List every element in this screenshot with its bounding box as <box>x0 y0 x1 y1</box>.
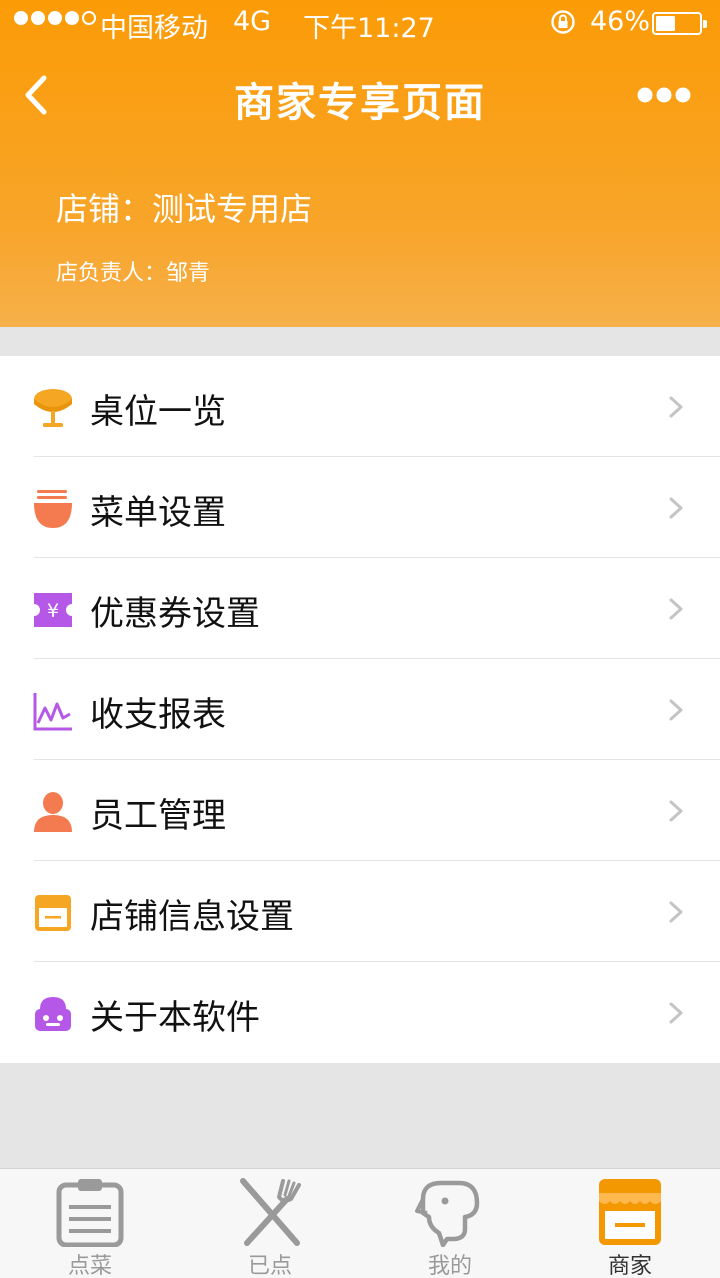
chevron-right-icon <box>669 598 683 620</box>
carrier-name: 中国移动 <box>100 13 208 44</box>
network-type: 4G <box>233 6 272 37</box>
tab-label: 已点 <box>247 1254 292 1278</box>
tab-merchant[interactable]: 商家 <box>540 1169 720 1278</box>
tab-ordered[interactable]: 已点 <box>180 1169 360 1278</box>
menu-item-label: 收支报表 <box>90 695 226 735</box>
chevron-right-icon <box>669 901 683 923</box>
menu-item-tables[interactable]: 桌位一览 <box>0 356 720 457</box>
menu-item-store-info[interactable]: 店铺信息设置 <box>0 861 720 962</box>
tab-label: 点菜 <box>67 1254 112 1278</box>
more-options-icon[interactable] <box>636 86 692 104</box>
signal-strength-icon <box>14 11 96 25</box>
navigation-bar: 商家专享页面 <box>0 56 720 136</box>
chevron-right-icon <box>669 800 683 822</box>
menu-item-label: 关于本软件 <box>90 998 260 1038</box>
menu-item-label: 员工管理 <box>90 796 226 836</box>
shop-icon <box>599 1179 661 1245</box>
menu-item-menu-settings[interactable]: 菜单设置 <box>0 457 720 558</box>
shop-owner: 店负责人：邹青 <box>56 261 211 286</box>
chevron-right-icon <box>669 1002 683 1024</box>
tab-mine[interactable]: 我的 <box>360 1169 540 1278</box>
svg-text:¥: ¥ <box>47 600 59 622</box>
clock: 下午11:27 <box>303 13 435 44</box>
merchant-menu: 桌位一览 菜单设置 ¥ 优惠券设置 收支报表 员工管理 店铺信息设置 关于本软件 <box>0 356 720 1063</box>
coupon-icon: ¥ <box>34 593 72 627</box>
noodle-bowl-icon <box>34 490 72 528</box>
storefront-icon <box>35 895 71 931</box>
dog-icon <box>415 1180 480 1247</box>
menu-item-staff-management[interactable]: 员工管理 <box>0 760 720 861</box>
tab-order[interactable]: 点菜 <box>0 1169 180 1278</box>
table-icon <box>34 389 72 427</box>
tab-bar: 点菜 已点 我的 商家 <box>0 1168 720 1278</box>
shop-name: 店铺：测试专用店 <box>56 190 313 228</box>
fork-knife-icon <box>240 1178 301 1246</box>
menu-item-label: 优惠券设置 <box>90 594 260 634</box>
menu-item-about[interactable]: 关于本软件 <box>0 962 720 1063</box>
robot-icon <box>35 997 71 1031</box>
menu-item-coupon-settings[interactable]: ¥ 优惠券设置 <box>0 558 720 659</box>
battery-percent: 46% <box>590 6 651 37</box>
tab-label: 我的 <box>427 1254 472 1278</box>
header: 中国移动 4G 下午11:27 46% 商家专享页面 店铺：测试专用店 店负责人… <box>0 0 720 327</box>
menu-item-label: 店铺信息设置 <box>90 897 294 937</box>
rotation-lock-icon <box>551 10 575 34</box>
chevron-right-icon <box>669 497 683 519</box>
chevron-right-icon <box>669 699 683 721</box>
chevron-right-icon <box>669 396 683 418</box>
line-chart-icon <box>33 693 72 731</box>
tab-label: 商家 <box>607 1254 652 1278</box>
page-title: 商家专享页面 <box>234 80 486 126</box>
menu-item-label: 菜单设置 <box>90 493 226 533</box>
menu-item-label: 桌位一览 <box>90 392 226 432</box>
battery-icon <box>652 12 707 35</box>
person-icon <box>34 792 72 832</box>
status-bar: 中国移动 4G 下午11:27 46% <box>0 0 720 46</box>
menu-item-finance-report[interactable]: 收支报表 <box>0 659 720 760</box>
clipboard-icon <box>56 1179 124 1247</box>
